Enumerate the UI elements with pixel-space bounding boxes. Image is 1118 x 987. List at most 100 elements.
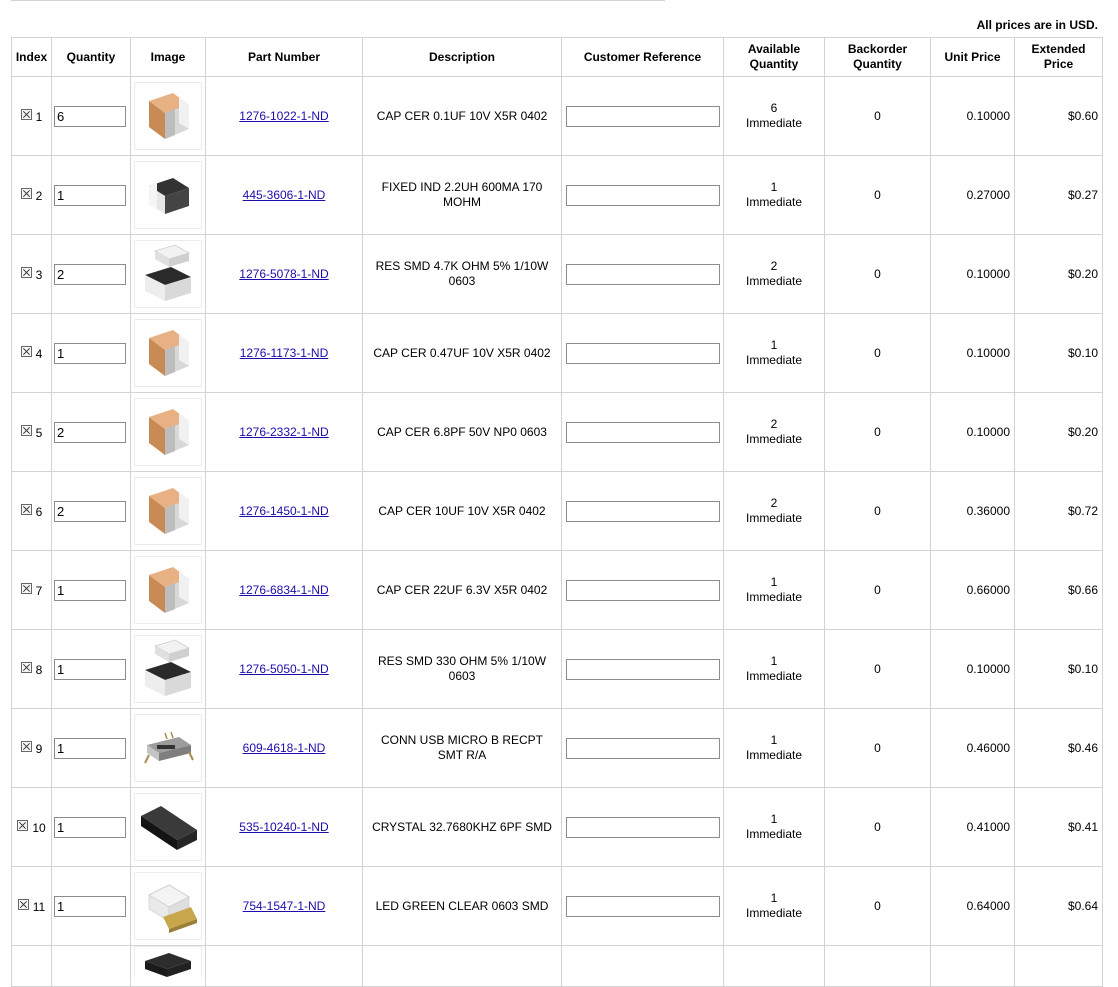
product-image[interactable] xyxy=(134,635,202,703)
close-box-icon[interactable] xyxy=(20,582,32,594)
product-image[interactable] xyxy=(134,793,202,861)
close-box-icon[interactable] xyxy=(17,898,29,910)
customer-reference-input[interactable] xyxy=(565,184,720,206)
availability-status: Immediate xyxy=(745,274,803,288)
product-image[interactable] xyxy=(134,319,202,387)
customer-reference-input[interactable] xyxy=(565,658,720,680)
customer-reference-input[interactable] xyxy=(565,421,720,443)
close-box-icon[interactable] xyxy=(20,424,32,436)
product-image[interactable] xyxy=(134,872,202,940)
image-cell xyxy=(130,155,206,235)
extended-price-cell: $0.10 xyxy=(1014,629,1103,709)
product-image[interactable] xyxy=(134,477,202,545)
part-number-link[interactable]: 754-1547-1-ND xyxy=(243,899,326,913)
description-cell: CONN USB MICRO B RECPT SMT R/A xyxy=(362,708,562,788)
backorder-quantity-cell: 0 xyxy=(824,629,931,709)
part-number-cell: 1276-2332-1-ND xyxy=(205,392,363,472)
quantity-input[interactable] xyxy=(54,105,126,127)
part-number-cell: 1276-5078-1-ND xyxy=(205,234,363,314)
available-count: 1 xyxy=(770,180,778,194)
quantity-input[interactable] xyxy=(54,342,126,364)
quantity-input[interactable] xyxy=(54,579,126,601)
customer-reference-input[interactable] xyxy=(565,737,720,759)
availability-status: Immediate xyxy=(745,116,803,130)
close-box-icon[interactable] xyxy=(20,661,32,673)
quantity-input[interactable] xyxy=(54,263,126,285)
part-number-link[interactable]: 1276-5078-1-ND xyxy=(239,267,328,281)
close-box-icon[interactable] xyxy=(20,266,32,278)
table-row: 11 754-1547-1-ND LED GREEN CLEAR 0603 SM… xyxy=(11,866,1103,946)
extended-price-cell: $0.64 xyxy=(1014,866,1103,946)
quantity-input[interactable] xyxy=(54,816,126,838)
description-cell: RES SMD 4.7K OHM 5% 1/10W 0603 xyxy=(362,234,562,314)
table-row: 4 1276-1173-1-ND CAP CER 0.47UF 10V X5R … xyxy=(11,313,1103,393)
customer-reference-input[interactable] xyxy=(565,500,720,522)
close-box-icon[interactable] xyxy=(20,503,32,515)
crystal-icon xyxy=(141,806,197,850)
header-backorder-quantity: Backorder Quantity xyxy=(824,37,931,77)
quantity-input[interactable] xyxy=(54,895,126,917)
description-cell: RES SMD 330 OHM 5% 1/10W 0603 xyxy=(362,629,562,709)
part-number-cell: 1276-6834-1-ND xyxy=(205,550,363,630)
unit-price-cell: 0.46000 xyxy=(930,708,1015,788)
product-image[interactable] xyxy=(134,556,202,624)
image-cell xyxy=(130,787,206,867)
ic-chip-icon xyxy=(145,953,191,977)
customer-reference-cell xyxy=(561,550,724,630)
part-number-link[interactable]: 445-3606-1-ND xyxy=(243,188,326,202)
close-box-icon[interactable] xyxy=(20,187,32,199)
part-number-link[interactable]: 1276-5050-1-ND xyxy=(239,662,328,676)
part-number-link[interactable]: 1276-1022-1-ND xyxy=(239,109,328,123)
backorder-quantity-cell: 0 xyxy=(824,471,931,551)
customer-reference-input[interactable] xyxy=(565,263,720,285)
part-number-link[interactable]: 609-4618-1-ND xyxy=(243,741,326,755)
backorder-quantity-cell: 0 xyxy=(824,550,931,630)
customer-reference-input[interactable] xyxy=(565,895,720,917)
product-image[interactable] xyxy=(134,82,202,150)
quantity-input[interactable] xyxy=(54,500,126,522)
customer-reference-input[interactable] xyxy=(565,342,720,364)
part-number-link[interactable]: 1276-1450-1-ND xyxy=(239,504,328,518)
table-row-partial xyxy=(11,945,1103,987)
quantity-input[interactable] xyxy=(54,421,126,443)
cart-table: Index Quantity Image Part Number Descrip… xyxy=(11,37,1103,987)
available-quantity-cell: 1 Immediate xyxy=(723,629,825,709)
product-image[interactable] xyxy=(134,714,202,782)
available-count: 1 xyxy=(770,575,778,589)
extended-price-cell: $0.46 xyxy=(1014,708,1103,788)
available-count: 1 xyxy=(770,338,778,352)
close-box-icon[interactable] xyxy=(20,345,32,357)
customer-reference-input[interactable] xyxy=(565,105,720,127)
part-number-link[interactable]: 1276-1173-1-ND xyxy=(240,346,329,360)
row-index: 5 xyxy=(35,425,43,440)
customer-reference-input[interactable] xyxy=(565,816,720,838)
part-number-link[interactable]: 1276-6834-1-ND xyxy=(239,583,328,597)
header-unit-price: Unit Price xyxy=(930,37,1015,77)
product-image[interactable] xyxy=(134,398,202,466)
customer-reference-input[interactable] xyxy=(565,579,720,601)
image-cell xyxy=(130,708,206,788)
part-number-link[interactable]: 1276-2332-1-ND xyxy=(239,425,328,439)
header-part-number: Part Number xyxy=(205,37,363,77)
image-cell xyxy=(130,866,206,946)
quantity-input[interactable] xyxy=(54,184,126,206)
close-box-icon[interactable] xyxy=(20,740,32,752)
description-cell: CAP CER 22UF 6.3V X5R 0402 xyxy=(362,550,562,630)
row-index: 3 xyxy=(35,267,43,282)
table-row: 1 1276-1022-1-ND CAP CER 0.1UF 10V X5R 0… xyxy=(11,76,1103,156)
customer-reference-cell xyxy=(561,313,724,393)
close-box-icon[interactable] xyxy=(17,819,29,831)
close-box-icon[interactable] xyxy=(20,108,32,120)
part-number-link[interactable]: 535-10240-1-ND xyxy=(239,820,328,834)
product-image[interactable] xyxy=(134,946,202,977)
quantity-input[interactable] xyxy=(54,737,126,759)
quantity-cell xyxy=(51,550,131,630)
product-image[interactable] xyxy=(134,240,202,308)
header-available-quantity: Available Quantity xyxy=(723,37,825,77)
table-row: 10 535-10240-1-ND CRYSTAL 32.7680KHZ 6PF… xyxy=(11,787,1103,867)
description-cell: CAP CER 0.1UF 10V X5R 0402 xyxy=(362,76,562,156)
quantity-input[interactable] xyxy=(54,658,126,680)
image-cell xyxy=(130,392,206,472)
product-image[interactable] xyxy=(134,161,202,229)
quantity-cell xyxy=(51,866,131,946)
